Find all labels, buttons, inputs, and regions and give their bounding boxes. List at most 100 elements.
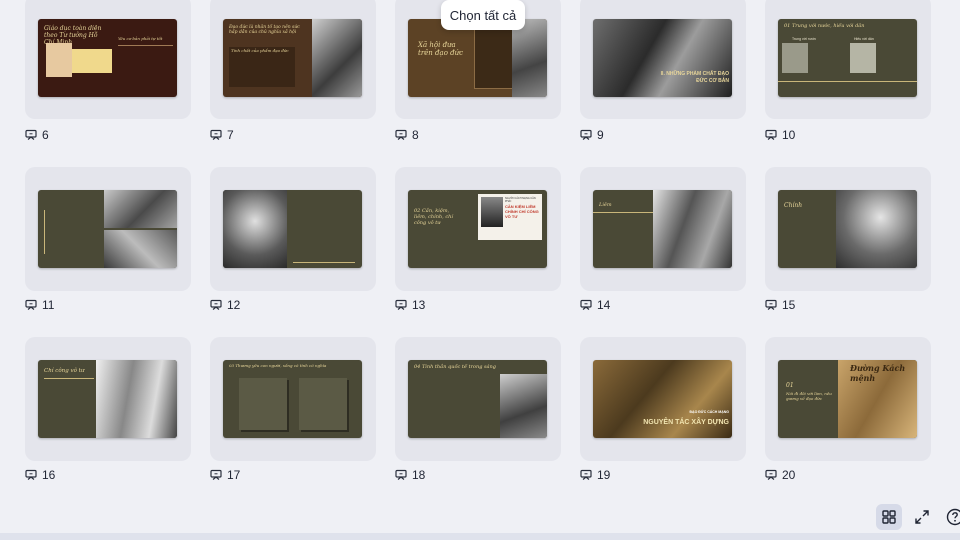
slide-thumbnail-17[interactable]: 03 Thương yêu con người, sống có tình có… [223,360,362,438]
slide-thumbnail-16[interactable]: Chí công vô tư [38,360,177,438]
presentation-icon [580,299,592,310]
presentation-icon [395,299,407,310]
slide-number-9: 9 [580,128,604,142]
slide-card-20[interactable]: 01 Nói đi đôi với làm, nêu gương về đạo … [765,337,931,461]
slide-number-text: 12 [227,298,241,312]
slide-card-11[interactable] [25,167,191,291]
slide-number-text: 19 [597,468,611,482]
slide-number-17: 17 [210,468,240,482]
slide-subheading: Yêu cơ bản phải tự tốt [118,36,163,41]
slide-thumbnail-15[interactable]: Chính [778,190,917,268]
slide-card-12[interactable] [210,167,376,291]
slide-heading: Xã hội đưa trên đạo đức [418,41,464,58]
presentation-icon [580,129,592,140]
presentation-icon [25,129,37,140]
slide-card-9[interactable]: II. NHỮNG PHẨM CHẤT ĐẠO ĐỨC CƠ BẢN [580,0,746,119]
slide-heading: 03 Thương yêu con người, sống có tình có… [229,363,327,368]
slide-card-17[interactable]: 03 Thương yêu con người, sống có tình có… [210,337,376,461]
slide-number-text: 11 [42,298,55,312]
presentation-icon [210,469,222,480]
slide-thumbnail-10[interactable]: 01 Trung với nước, hiếu với dân Trung vớ… [778,19,917,97]
slide-heading: Chính [784,202,803,209]
presentation-icon [765,129,777,140]
slide-number-14: 14 [580,298,610,312]
slide-subheading: CẦN KIỆM LIÊM CHÍNH CHÍ CÔNG VÔ TƯ [505,204,539,220]
slide-number-text: 15 [782,298,796,312]
grid-view-button[interactable] [876,504,902,530]
slide-number-10: 10 [765,128,795,142]
slide-heading: 04 Tinh thần quốc tế trong sáng [414,364,496,370]
slide-card-15[interactable]: Chính [765,167,931,291]
slide-card-19[interactable]: ĐẠO ĐỨC CÁCH MẠNG NGUYÊN TẮC XÂY DỰNG [580,337,746,461]
grid-view-icon [882,510,896,524]
help-icon [946,508,960,526]
slide-subheading: Hiếu với dân [854,37,874,41]
slide-number-text: 9 [597,128,604,142]
slide-number-18: 18 [395,468,425,482]
slide-number-text: 13 [412,298,426,312]
slide-number-label: 01 [786,382,794,389]
slide-thumbnail-14[interactable]: Liêm [593,190,732,268]
slide-card-7[interactable]: Đạo đức là nhân tố tạo nên sức hấp dẫn c… [210,0,376,119]
slide-number-8: 8 [395,128,419,142]
slide-subheading: ĐẠO ĐỨC CÁCH MẠNG [689,410,729,414]
slide-number-13: 13 [395,298,425,312]
slide-number-11: 11 [25,298,54,312]
slide-number-text: 6 [42,128,49,142]
slide-heading: NGUYÊN TẮC XÂY DỰNG [643,419,729,426]
slide-number-6: 6 [25,128,49,142]
presentation-icon [580,469,592,480]
slide-card-13[interactable]: 02 Cần, kiệm, liêm, chính, chí công vô t… [395,167,561,291]
slide-number-text: 16 [42,468,56,482]
slide-number-19: 19 [580,468,610,482]
slide-thumbnail-7[interactable]: Đạo đức là nhân tố tạo nên sức hấp dẫn c… [223,19,362,97]
slide-heading: Liêm [599,202,612,208]
slide-number-text: 18 [412,468,426,482]
slide-card-18[interactable]: 04 Tinh thần quốc tế trong sáng [395,337,561,461]
presentation-icon [210,129,222,140]
slide-thumbnail-19[interactable]: ĐẠO ĐỨC CÁCH MẠNG NGUYÊN TẮC XÂY DỰNG [593,360,732,438]
slide-heading: 02 Cần, kiệm, liêm, chính, chí công vô t… [414,208,453,226]
slide-heading: Đạo đức là nhân tố tạo nên sức hấp dẫn c… [229,25,300,36]
slide-subheading: Trung với nước [792,37,817,41]
slide-thumbnail-8[interactable]: Xã hội đưa trên đạo đức [408,19,547,97]
slide-heading: Chí công vô tư [44,368,85,374]
fullscreen-icon [915,510,929,524]
slide-grid: Giáo dục toàn diện theo Tư tưởng Hồ Chí … [0,0,960,540]
presentation-icon [395,129,407,140]
slide-card-16[interactable]: Chí công vô tư [25,337,191,461]
slide-number-15: 15 [765,298,795,312]
slide-subheading: NGƯỜI CÁCH MẠNG CẦN PHẢI: [505,197,536,204]
slide-heading: II. NHỮNG PHẨM CHẤT ĐẠO ĐỨC CƠ BẢN [660,71,729,84]
slide-number-7: 7 [210,128,234,142]
slide-thumbnail-20[interactable]: 01 Nói đi đôi với làm, nêu gương về đạo … [778,360,917,438]
slide-card-6[interactable]: Giáo dục toàn diện theo Tư tưởng Hồ Chí … [25,0,191,119]
slide-number-text: 14 [597,298,611,312]
presentation-icon [210,299,222,310]
slide-number-16: 16 [25,468,55,482]
slide-thumbnail-6[interactable]: Giáo dục toàn diện theo Tư tưởng Hồ Chí … [38,19,177,97]
slide-card-10[interactable]: 01 Trung với nước, hiếu với dân Trung vớ… [765,0,931,119]
slide-number-text: 17 [227,468,241,482]
slide-card-14[interactable]: Liêm [580,167,746,291]
slide-number-text: 10 [782,128,796,142]
slide-number-text: 20 [782,468,796,482]
slide-thumbnail-18[interactable]: 04 Tinh thần quốc tế trong sáng [408,360,547,438]
slide-thumbnail-13[interactable]: 02 Cần, kiệm, liêm, chính, chí công vô t… [408,190,547,268]
slide-number-text: 8 [412,128,419,142]
help-button[interactable] [942,504,960,530]
select-all-label: Chọn tất cả [449,7,517,23]
slide-heading: 01 Trung với nước, hiếu với dân [784,23,865,29]
select-all-tooltip[interactable]: Chọn tất cả [441,0,525,30]
slide-number-text: 7 [227,128,234,142]
fullscreen-button[interactable] [909,504,935,530]
slide-subheading: Nói đi đôi với làm, nêu gương về đạo đức [786,391,832,401]
slide-subheading: Tính chất của phẩm đạo đức [231,48,289,53]
bottom-bar [0,533,960,540]
slide-thumbnail-12[interactable] [223,190,362,268]
slide-thumbnail-11[interactable] [38,190,177,268]
slide-number-20: 20 [765,468,795,482]
presentation-icon [765,299,777,310]
slide-heading: Đường Kách mệnh [850,363,906,383]
slide-thumbnail-9[interactable]: II. NHỮNG PHẨM CHẤT ĐẠO ĐỨC CƠ BẢN [593,19,732,97]
